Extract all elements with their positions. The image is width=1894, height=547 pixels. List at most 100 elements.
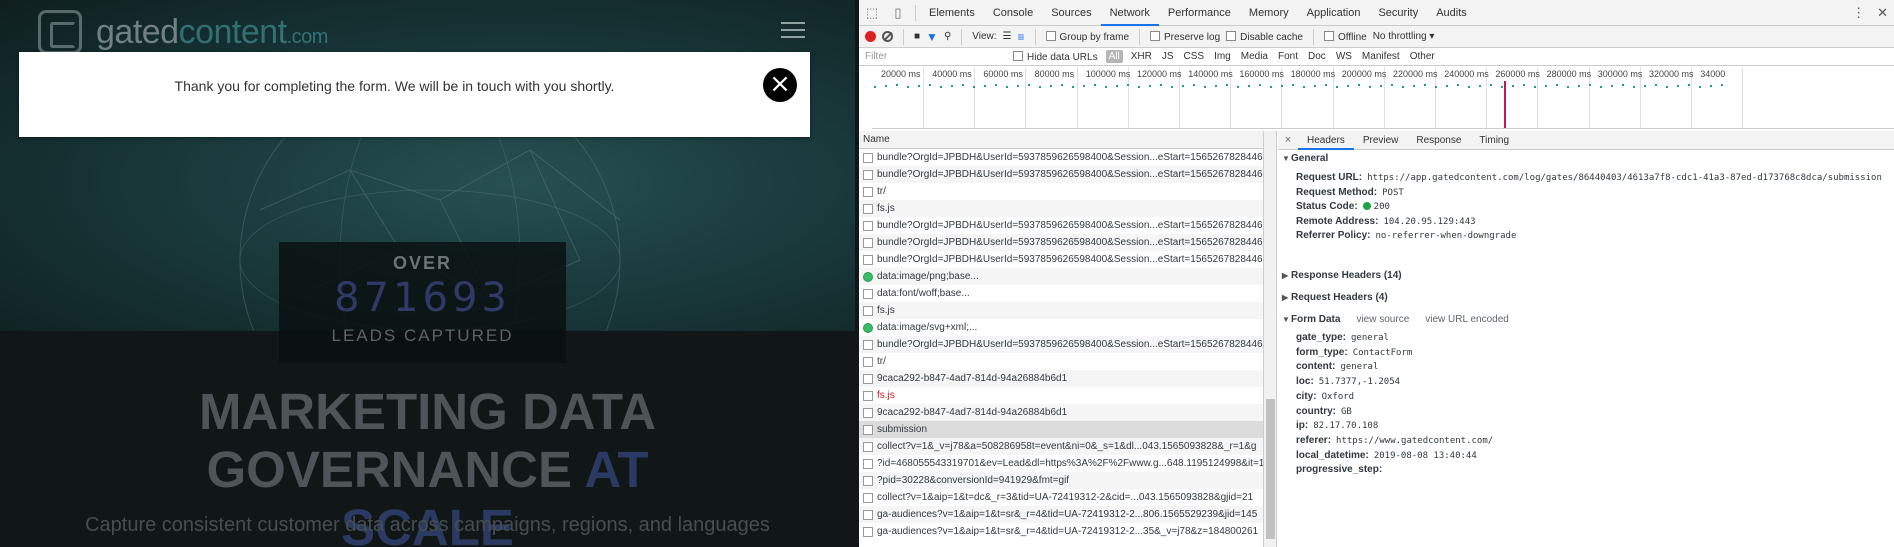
request-row[interactable]: fs.js: [859, 200, 1263, 217]
timeline-gridline: [923, 67, 924, 128]
form-data-toggle[interactable]: ▼Form Data view source view URL encoded: [1282, 314, 1509, 325]
offline-checkbox[interactable]: Offline: [1323, 30, 1367, 43]
request-row[interactable]: ga-audiences?v=1&aip=1&t=sr&_r=4&tid=UA-…: [859, 506, 1263, 523]
request-row[interactable]: collect?v=1&_v=j78&a=508286958t=event&ni…: [859, 438, 1263, 455]
request-row[interactable]: ?pid=30228&conversionId=941929&fmt=gif: [859, 472, 1263, 489]
hamburger-menu-icon[interactable]: [781, 22, 805, 40]
request-row[interactable]: bundle?OrgId=JPBDH&UserId=59378596265984…: [859, 217, 1263, 234]
request-row[interactable]: bundle?OrgId=JPBDH&UserId=59378596265984…: [859, 149, 1263, 166]
request-row[interactable]: bundle?OrgId=JPBDH&UserId=59378596265984…: [859, 234, 1263, 251]
view-source-link[interactable]: view source: [1356, 314, 1409, 325]
response-headers-toggle[interactable]: ▶ Response Headers (14): [1282, 270, 1402, 281]
record-icon[interactable]: [865, 31, 876, 42]
tab-sources[interactable]: Sources: [1042, 0, 1100, 26]
close-detail-icon[interactable]: ×: [1278, 134, 1298, 146]
type-filter-ws[interactable]: WS: [1334, 50, 1354, 63]
request-row[interactable]: bundle?OrgId=JPBDH&UserId=59378596265984…: [859, 166, 1263, 183]
document-resource-icon: [863, 510, 873, 520]
type-filter-doc[interactable]: Doc: [1306, 50, 1328, 63]
request-row[interactable]: bundle?OrgId=JPBDH&UserId=59378596265984…: [859, 251, 1263, 268]
throttling-select[interactable]: No throttling ▾: [1373, 31, 1435, 42]
timeline-request-dot: [1699, 86, 1701, 88]
timeline-request-dot: [1611, 85, 1613, 87]
document-resource-icon: [863, 442, 873, 452]
request-list-scrollbar[interactable]: [1264, 131, 1277, 547]
type-filter-css[interactable]: CSS: [1182, 50, 1207, 63]
request-name: ?pid=30228&conversionId=941929&fmt=gif: [877, 475, 1070, 486]
header-row-gate-type: gate_type: general: [1296, 332, 1389, 343]
request-row[interactable]: 9caca292-b847-4ad7-814d-94a26884b6d1: [859, 404, 1263, 421]
timeline-request-dot: [1622, 84, 1624, 86]
detail-tab-timing[interactable]: Timing: [1470, 131, 1518, 150]
type-filter-font[interactable]: Font: [1276, 50, 1300, 63]
tab-security[interactable]: Security: [1369, 0, 1427, 26]
tab-performance[interactable]: Performance: [1159, 0, 1240, 26]
close-devtools-icon[interactable]: ✕: [1877, 5, 1888, 21]
inspect-element-icon[interactable]: ⬚: [859, 0, 885, 26]
request-row[interactable]: ?id=468055543319701&ev=Lead&dl=https%3A%…: [859, 455, 1263, 472]
timeline-tick-label: 100000 ms: [1085, 69, 1131, 79]
type-filter-manifest[interactable]: Manifest: [1360, 50, 1402, 63]
request-row[interactable]: tr/: [859, 353, 1263, 370]
document-resource-icon: [863, 221, 873, 231]
type-filter-xhr[interactable]: XHR: [1129, 50, 1154, 63]
group-by-frame-checkbox[interactable]: Group by frame: [1045, 30, 1129, 43]
type-filter-other[interactable]: Other: [1408, 50, 1437, 63]
request-row[interactable]: bundle?OrgId=JPBDH&UserId=59378596265984…: [859, 336, 1263, 353]
filter-input[interactable]: Filter: [865, 51, 1005, 62]
header-row-form-type: form_type: ContactForm: [1296, 347, 1412, 358]
name-column-header[interactable]: Name: [859, 131, 1263, 149]
request-row[interactable]: collect?v=1&aip=1&t=dc&_r=3&tid=UA-72419…: [859, 489, 1263, 506]
timeline-tick-label: 200000 ms: [1341, 69, 1387, 79]
site-logo[interactable]: gatedcontent.com: [38, 9, 328, 55]
timeline-request-dot: [1545, 85, 1547, 87]
disable-cache-checkbox[interactable]: Disable cache: [1226, 30, 1303, 43]
modal-close-button[interactable]: ×: [763, 68, 797, 102]
devtools-tabs: Elements Console Sources Network Performance…: [920, 0, 1476, 26]
scrollbar-thumb[interactable]: [1266, 399, 1275, 539]
clear-icon[interactable]: [882, 31, 893, 42]
detail-tab-response[interactable]: Response: [1407, 131, 1470, 150]
tab-console[interactable]: Console: [984, 0, 1042, 26]
request-row[interactable]: 9caca292-b847-4ad7-814d-94a26884b6d1: [859, 370, 1263, 387]
type-filter-media[interactable]: Media: [1239, 50, 1270, 63]
request-row[interactable]: data:image/svg+xml;...: [859, 319, 1263, 336]
detail-tab-preview[interactable]: Preview: [1354, 131, 1408, 150]
header-key: local_datetime:: [1296, 449, 1369, 461]
hide-data-urls-checkbox[interactable]: Hide data URLs: [1013, 50, 1098, 63]
timeline-request-dot: [1171, 86, 1173, 88]
request-row[interactable]: tr/: [859, 183, 1263, 200]
filter-icon[interactable]: ▼: [926, 30, 938, 44]
tab-elements[interactable]: Elements: [920, 0, 984, 26]
network-overview-timeline[interactable]: 20000 ms 40000 ms 60000 ms 80000 ms 100000 m…: [872, 67, 1894, 129]
detail-tab-headers[interactable]: Headers: [1298, 131, 1354, 150]
timeline-request-dot: [1677, 85, 1679, 87]
view-url-encoded-link[interactable]: view URL encoded: [1425, 314, 1509, 325]
tab-audits[interactable]: Audits: [1427, 0, 1476, 26]
request-headers-toggle[interactable]: ▶ Request Headers (4): [1282, 292, 1388, 303]
expanded-triangle-icon: ▼: [1282, 315, 1290, 324]
overview-icon[interactable]: ≡: [1018, 30, 1025, 44]
screenshot-icon[interactable]: ■: [914, 31, 920, 42]
request-name: data:image/svg+xml;...: [877, 322, 978, 333]
document-resource-icon: [863, 238, 873, 248]
large-rows-icon[interactable]: ☰: [1003, 31, 1012, 42]
request-row[interactable]: fs.js: [859, 387, 1263, 404]
request-name: 9caca292-b847-4ad7-814d-94a26884b6d1: [877, 373, 1068, 384]
type-filter-js[interactable]: JS: [1160, 50, 1176, 63]
request-row[interactable]: fs.js: [859, 302, 1263, 319]
more-options-icon[interactable]: ⋮: [1852, 5, 1865, 21]
preserve-log-checkbox[interactable]: Preserve log: [1150, 30, 1220, 43]
request-row[interactable]: submission: [859, 421, 1263, 438]
device-toolbar-icon[interactable]: ▯: [885, 0, 911, 26]
type-filter-all[interactable]: All: [1105, 50, 1123, 63]
general-section-toggle[interactable]: ▼General: [1282, 153, 1328, 164]
tab-memory[interactable]: Memory: [1240, 0, 1298, 26]
tab-network[interactable]: Network: [1100, 0, 1159, 26]
request-row[interactable]: data:image/png;base...: [859, 268, 1263, 285]
tab-application[interactable]: Application: [1298, 0, 1370, 26]
request-row[interactable]: ga-audiences?v=1&aip=1&t=sr&_r=4&tid=UA-…: [859, 523, 1263, 540]
type-filter-img[interactable]: Img: [1212, 50, 1233, 63]
search-icon[interactable]: ⚲: [944, 31, 951, 42]
request-row[interactable]: data:font/woff;base...: [859, 285, 1263, 302]
